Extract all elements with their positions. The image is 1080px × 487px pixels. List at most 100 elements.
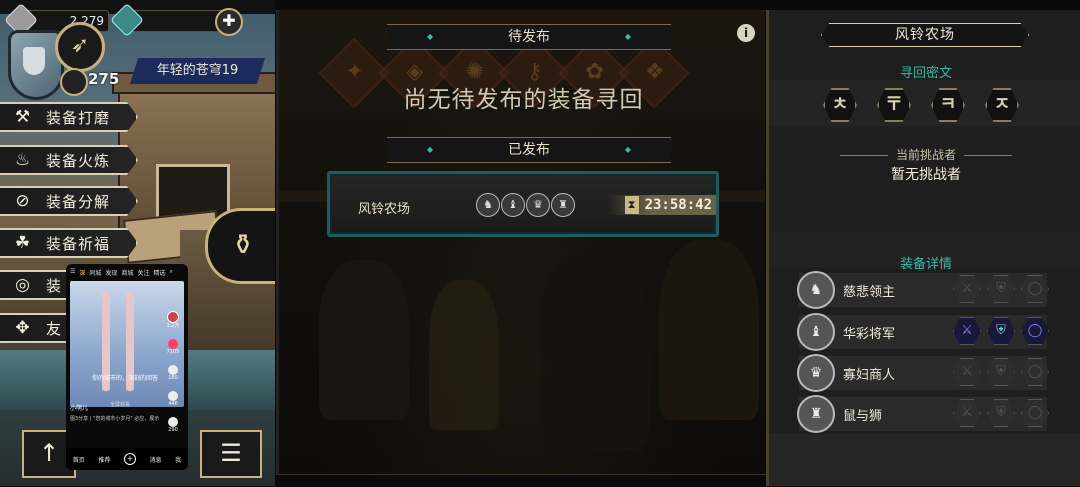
town-scene: 2,279 0 ✚ ➶ 275 年轻的苍穹19 ⚒ 装备打磨 ♨ 装备火炼 ⊘ … — [0, 0, 275, 486]
phone-side-actions: 1.2万 7105 180 446 290 — [166, 311, 180, 434]
menu-label: 装备分解 — [46, 192, 111, 211]
phone-tab[interactable]: 商城 — [121, 268, 133, 277]
video-author[interactable]: 小萌儿 — [70, 404, 159, 414]
armor-icon: ⛨ — [987, 399, 1015, 427]
quest-timer: ⧗ 23:58:42 — [608, 195, 716, 215]
fox-icon: ✥ — [15, 318, 31, 338]
menu-label: 装备打磨 — [46, 108, 111, 127]
phone-tab[interactable]: 发现 — [105, 268, 117, 277]
rune-glyph-icon: ㅈ — [985, 88, 1019, 122]
share-icon — [168, 417, 178, 427]
comment-button[interactable]: 180 — [168, 365, 178, 382]
sword-icon: ⚔ — [953, 399, 981, 427]
rune-glyph-icon: ㅊ — [823, 88, 857, 122]
quest-detail-panel: 风铃农场 寻回密文 ㅊ 〒 ㅋ ㅈ 当前挑战者 暂无挑战者 装备详情 ♞ 慈悲领… — [766, 10, 1080, 486]
menu-equip-dismantle[interactable]: ⊘ 装备分解 — [0, 186, 138, 216]
phone-video[interactable]: 你的城市的，深刻的回答 1.2万 7105 180 446 290 全屏观看 — [70, 281, 184, 433]
published-quest-card[interactable]: 风铃农场 ♞ ♝ ♛ ♜ ⧗ 23:58:42 — [327, 171, 719, 237]
avatar: ♞ — [797, 271, 835, 309]
phone-tab[interactable]: 深 — [79, 268, 85, 277]
ring-icon: ◯ — [1021, 358, 1049, 386]
video-caption: 你的城市的，深刻的回答 — [92, 375, 159, 382]
player-avatar[interactable]: ➶ — [55, 22, 105, 72]
equipment-row[interactable]: ♛ 寡妇商人 ⚔ ⛨ ◯ — [797, 354, 1049, 392]
player-name-banner[interactable]: 年轻的苍穹19 — [130, 58, 265, 84]
menu-equip-forge[interactable]: ♨ 装备火炼 — [0, 145, 138, 175]
share-button[interactable]: 290 — [168, 417, 178, 434]
sword-icon: ⚔ — [953, 358, 981, 386]
menu-label: 装备火炼 — [46, 151, 111, 170]
shield-emblem — [23, 47, 45, 75]
equipment-slots: ⚔ ⛨ ◯ — [953, 317, 1049, 345]
creator-avatar[interactable]: 1.2万 — [166, 311, 180, 330]
phone-nav-messages[interactable]: 消息 — [150, 455, 162, 464]
bg-character — [659, 240, 759, 420]
pending-empty-message: 尚无待发布的装备寻回 — [403, 87, 644, 113]
equipment-row[interactable]: ♜ 鼠与狮 ⚔ ⛨ ◯ — [797, 395, 1049, 433]
list-menu-button[interactable]: ☰ — [200, 430, 262, 478]
relic-icon[interactable]: ⚱ — [205, 208, 275, 284]
phone-nav-create[interactable]: + — [123, 453, 136, 465]
published-header: 已发布 — [387, 137, 671, 163]
rune-glyph-icon: ㅋ — [931, 88, 965, 122]
hourglass-icon: ⧗ — [624, 196, 639, 214]
pending-header: 待发布 — [387, 24, 671, 50]
avatar: ♛ — [797, 354, 835, 392]
menu-equip-polish[interactable]: ⚒ 装备打磨 — [0, 102, 138, 132]
equipment-detail-label: 装备详情 — [899, 257, 952, 272]
phone-tab-bar: ☰ 深 同城 发现 商城 关注 精选 ⌕ — [66, 264, 188, 279]
phone-tab[interactable]: 同城 — [89, 268, 101, 277]
count-label: 446 — [168, 401, 178, 407]
avatar: ♝ — [797, 313, 835, 351]
equipment-slots: ⚔ ⛨ ◯ — [953, 399, 1049, 427]
menu-label: 友 — [46, 319, 63, 338]
phone-tab[interactable]: 关注 — [137, 268, 149, 277]
phone-tab[interactable]: 精选 — [153, 268, 165, 277]
bg-character — [429, 280, 499, 430]
phone-nav-me[interactable]: 我 — [175, 455, 181, 464]
phone-search-icon[interactable]: ⌕ — [169, 268, 172, 277]
count-label: 180 — [168, 375, 178, 381]
favorite-button[interactable]: 446 — [168, 391, 178, 408]
timer-value: 23:58:42 — [644, 197, 712, 213]
armor-icon: ⛨ — [987, 275, 1015, 303]
equipment-slots: ⚔ ⛨ ◯ — [953, 275, 1049, 303]
level-badge-icon — [60, 68, 88, 96]
quest-location: 风铃农场 — [358, 202, 411, 217]
video-meta: 小萌儿 图3分享 | "您的城市小岁月" 必应，展示 — [70, 404, 159, 424]
phone-overlay[interactable]: ☰ 深 同城 发现 商城 关注 精选 ⌕ 你的城市的，深刻的回答 1.2万 71… — [66, 264, 188, 470]
cipher-label: 寻回密文 — [899, 66, 952, 81]
heart-icon — [167, 339, 178, 349]
video-description: 图3分享 | "您的城市小岁月" 必应，展示 — [70, 416, 160, 422]
like-button[interactable]: 7105 — [166, 339, 180, 356]
menu-equip-bless[interactable]: ☘ 装备祈福 — [0, 228, 138, 258]
count-label: 290 — [168, 427, 178, 433]
count-label: 1.2万 — [166, 323, 180, 329]
quest-reward-icons: ♞ ♝ ♛ ♜ — [476, 193, 575, 217]
equipment-row[interactable]: ♞ 慈悲领主 ⚔ ⛨ ◯ — [797, 271, 1049, 309]
equipment-row[interactable]: ♝ 华彩将军 ⚔ ⛨ ◯ — [797, 313, 1049, 351]
hero-name: 鼠与狮 — [843, 409, 883, 424]
target-icon: ◎ — [15, 275, 31, 295]
panel-footer — [769, 434, 1080, 486]
hero-name: 慈悲领主 — [843, 285, 896, 300]
break-icon: ⊘ — [15, 191, 31, 211]
rat-portrait-icon: ♜ — [551, 193, 575, 217]
rune-glyph-icon: 〒 — [877, 88, 911, 122]
ring-icon: ◯ — [1021, 317, 1049, 345]
sword-icon: ⚔ — [953, 275, 981, 303]
phone-nav-home[interactable]: 首页 — [73, 455, 85, 464]
merchant-portrait-icon: ♛ — [526, 193, 550, 217]
menu-label: 装备祈福 — [46, 234, 111, 253]
blessing-icon: ☘ — [14, 233, 32, 253]
phone-menu-icon[interactable]: ☰ — [70, 268, 75, 277]
phone-bottom-nav: 首页 推荐 + 消息 我 — [66, 448, 188, 470]
info-icon[interactable]: i — [737, 24, 755, 42]
ring-icon: ◯ — [1021, 399, 1049, 427]
cipher-runes: ㅊ 〒 ㅋ ㅈ — [823, 88, 1019, 122]
player-level: 275 — [60, 68, 120, 96]
general-portrait-icon: ♝ — [501, 193, 525, 217]
count-label: 7105 — [166, 349, 180, 355]
add-currency-button[interactable]: ✚ — [215, 8, 243, 36]
phone-nav-recommend[interactable]: 推荐 — [98, 455, 110, 464]
